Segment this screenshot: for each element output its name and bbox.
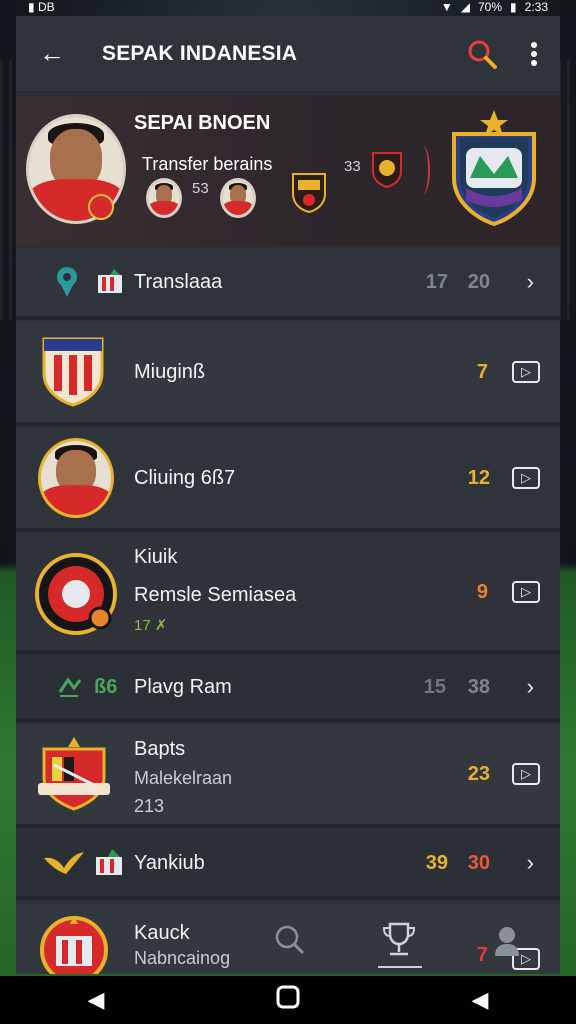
bird-icon [44,852,84,874]
status-left: ▮ DB [28,0,55,14]
club-crest-icon [372,152,402,189]
row-tag: 213 [134,796,165,816]
chevron-right-icon[interactable]: › [527,850,534,876]
row-title: Kauck [134,922,190,944]
pin-icon [57,267,77,297]
row-label: Translaaa [134,270,223,293]
bottom-tab-bar [266,916,546,970]
club-badge-icon [96,849,122,875]
club-crest-icon [40,916,108,974]
system-navigation-bar: ◀ ◀ [0,976,576,1024]
app-bar: ← SEPAK INDANESIA [16,16,560,92]
club-crest-icon [38,737,110,811]
list-item-plavg-ram[interactable]: ß6 Plavg Ram 15 38 › [16,656,560,722]
featured-card[interactable]: SEPAI BNOEN Transfer berains 53 33 [16,96,560,246]
status-bar: ▮ DB ▼ ◢ 70% ▮ 2:33 [0,0,576,14]
row-value: 7 [476,360,488,383]
more-vert-icon[interactable] [508,16,560,92]
list-item-yankiub[interactable]: Yankiub 39 30 › [16,830,560,900]
chevron-box-icon[interactable]: ▷ [512,361,540,383]
profile-tab-icon[interactable] [492,924,522,958]
hero-num-2: 33 [344,158,361,175]
hero-num-1: 53 [192,180,209,197]
list-item-miuginb[interactable]: Miuginß 7 ▷ [16,322,560,426]
row-subtitle: Malekelraan [134,768,233,788]
row-tag: 17 ✗ [134,617,168,634]
row-value-1: 39 [425,851,448,874]
row-value: 23 [467,762,490,785]
list-item-kiuik[interactable]: Kiuik Remsle Semiasea 17 ✗ 9 ▷ [16,534,560,654]
list-item-translaaa[interactable]: Translaaa 17 20 › [16,248,560,320]
row-title: Bapts [134,738,186,760]
row-value-1: 17 [425,270,448,293]
divider-arc [416,146,430,194]
club-crest-icon [292,173,326,214]
chevron-box-icon[interactable]: ▷ [512,763,540,785]
hero-subtitle: Transfer berains [142,154,273,174]
row-subtitle: Nabncainog [134,948,231,968]
player-avatar-small [146,178,182,218]
signal-icon: ◢ [460,0,470,14]
list-item-cliuing[interactable]: Cliuing 6ß7 12 ▷ [16,428,560,532]
row-label: Yankiub [134,851,205,874]
chevron-box-icon[interactable]: ▷ [512,581,540,603]
clock: 2:33 [524,0,548,14]
club-crest-icon [42,337,104,407]
search-icon[interactable] [456,16,508,92]
recents-nav-icon[interactable]: ◀ [450,987,510,1013]
back-nav-icon[interactable]: ◀ [66,987,126,1013]
search-tab-icon[interactable] [274,924,306,956]
row-label: Cliuing 6ß7 [134,466,236,489]
league-crest-icon [452,110,536,227]
active-tab-indicator [378,966,422,968]
club-badge-icon [88,194,114,220]
row-value: 12 [467,466,490,489]
row-label: Plavg Ram [134,675,232,698]
row-value-1: 15 [423,675,446,698]
refresh-icon [58,677,82,697]
row-label: Miuginß [134,360,206,383]
list-item-bapts[interactable]: Bapts Malekelraan 213 23 ▷ [16,724,560,828]
trophy-tab-icon[interactable] [382,920,416,960]
row-title: Kiuik [134,546,178,568]
chevron-box-icon[interactable]: ▷ [512,467,540,489]
battery-icon: ▮ [510,0,517,14]
club-badge-icon [98,269,122,293]
row-prefix: ß6 [94,675,118,698]
chevron-right-icon[interactable]: › [527,269,534,295]
wifi-icon: ▼ [440,0,453,14]
page-title: SEPAK INDANESIA [102,41,298,65]
row-value-2: 30 [467,851,490,874]
club-crest-icon [35,553,117,635]
row-value-2: 38 [467,675,490,698]
row-subtitle: Remsle Semiasea [134,584,297,606]
row-value: 9 [476,580,488,603]
row-value-2: 20 [467,270,490,293]
battery-level: 70% [478,0,503,14]
player-avatar [38,438,114,518]
home-nav-icon[interactable] [258,985,318,1015]
chevron-right-icon[interactable]: › [527,674,534,700]
hero-name: SEPAI BNOEN [134,112,271,134]
player-avatar-small [220,178,256,218]
back-arrow-icon[interactable]: ← [16,16,88,92]
main-panel: ← SEPAK INDANESIA SEPAI BNOEN Transfer b… [16,16,560,974]
